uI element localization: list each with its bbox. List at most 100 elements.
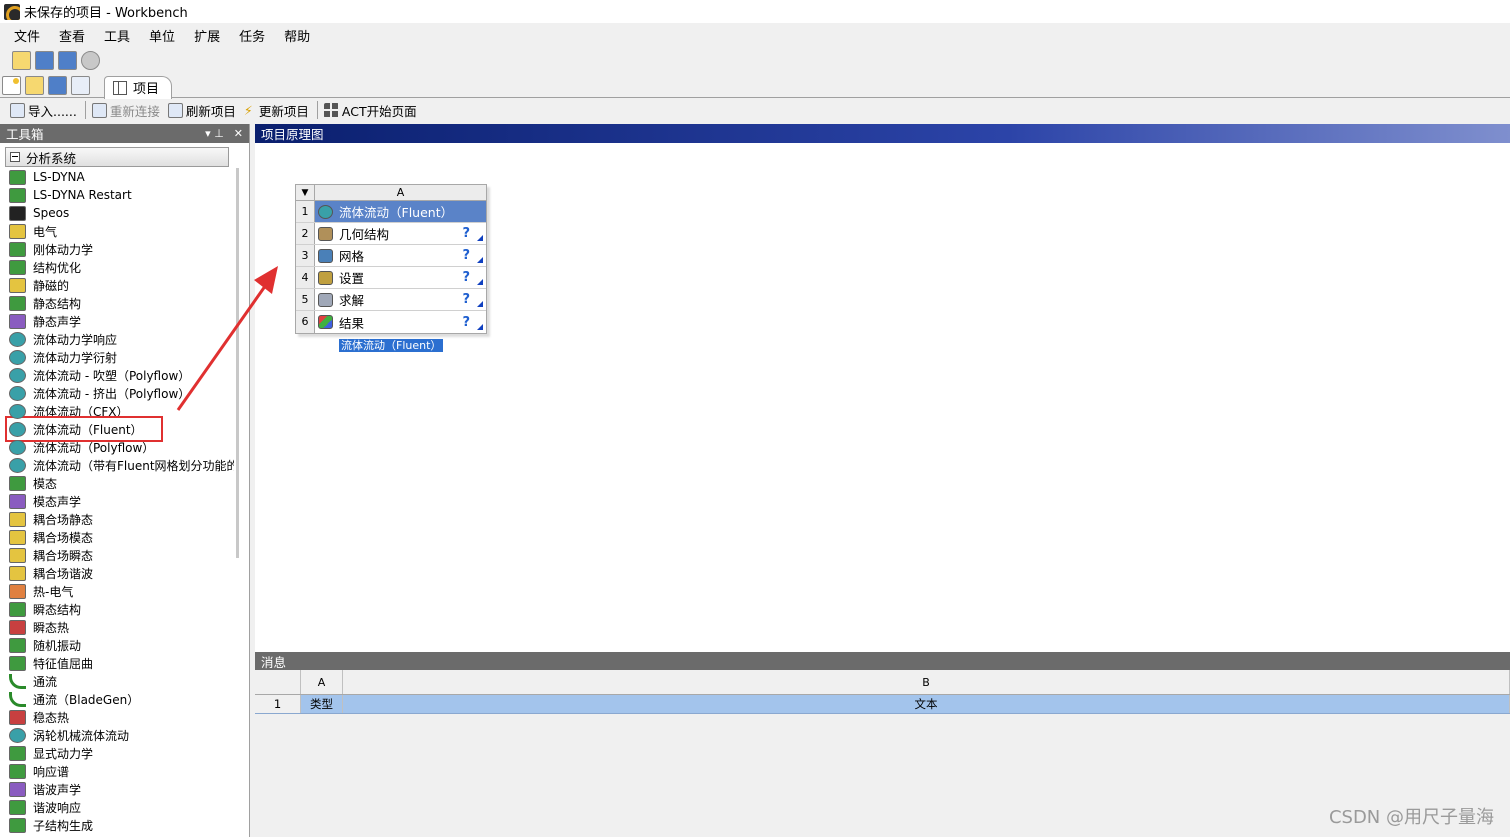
messages-table: A B 1 类型 文本 xyxy=(255,670,1510,714)
act-start-page-button[interactable]: ACT开始页面 xyxy=(323,101,417,120)
schematic-header: 项目原理图 xyxy=(255,124,1510,143)
toolbox-item[interactable]: 瞬态热 xyxy=(9,618,234,636)
system-cell-row[interactable]: 1 流体流动（Fluent） xyxy=(296,201,486,223)
toolbar-separator xyxy=(84,101,86,119)
update-project-button[interactable]: ⚡ 更新项目 xyxy=(244,101,309,120)
collapse-icon[interactable] xyxy=(10,152,20,162)
system-menu-arrow-icon[interactable]: ▼ xyxy=(296,185,315,200)
message-type-cell: 类型 xyxy=(301,695,343,713)
toolbox-item[interactable]: 流体流动（Polyflow） xyxy=(9,438,234,456)
toolbox-item[interactable]: 模态 xyxy=(9,474,234,492)
toolbar-separator xyxy=(316,101,318,119)
toolbox-item[interactable]: 稳态热 xyxy=(9,708,234,726)
toolbox-item[interactable]: 显式动力学 xyxy=(9,744,234,762)
analysis-system-icon xyxy=(9,799,26,815)
toolbox-item[interactable]: 瞬态结构 xyxy=(9,600,234,618)
toolbox-item[interactable]: 通流（BladeGen） xyxy=(9,690,234,708)
save-project-icon[interactable] xyxy=(48,75,67,95)
system-cell[interactable]: 求解? xyxy=(315,289,486,310)
menu-jobs[interactable]: 任务 xyxy=(239,26,265,45)
toolbox-item[interactable]: 流体流动（带有Fluent网格划分功能的） xyxy=(9,456,234,474)
system-cell[interactable]: 几何结构? xyxy=(315,223,486,244)
schematic-title: 项目原理图 xyxy=(261,127,324,142)
component-icon xyxy=(318,226,333,241)
toolbox-item[interactable]: 刚体动力学 xyxy=(9,240,234,258)
analysis-system-icon xyxy=(9,295,26,311)
toolbox-item[interactable]: 通流 xyxy=(9,672,234,690)
toolbox-item-label: 结构优化 xyxy=(33,260,82,275)
system-cell[interactable]: 结果? xyxy=(315,311,486,333)
toolbox-item[interactable]: 耦合场瞬态 xyxy=(9,546,234,564)
toolbox-item-label: 静态结构 xyxy=(33,296,82,311)
toolbox-item-label: 瞬态热 xyxy=(33,620,70,635)
toolbox-item[interactable]: 电气 xyxy=(9,222,234,240)
toolbox-item[interactable]: 谐波响应 xyxy=(9,798,234,816)
reconnect-label: 重新连接 xyxy=(109,103,160,119)
toolbox-item-label: 耦合场谐波 xyxy=(33,566,94,581)
system-cell-row[interactable]: 2 几何结构? xyxy=(296,223,486,245)
reconnect-icon xyxy=(91,102,107,118)
toolbox-item[interactable]: 随机振动 xyxy=(9,636,234,654)
system-cell[interactable]: 流体流动（Fluent） xyxy=(315,201,486,222)
toolbox-item[interactable]: 涡轮机械流体流动 xyxy=(9,726,234,744)
toolbox-item[interactable]: 流体流动（Fluent） xyxy=(5,416,163,442)
system-cell[interactable]: 设置? xyxy=(315,267,486,288)
toolbox-item-label: 模态 xyxy=(33,476,58,491)
toolbox-item[interactable]: 热-电气 xyxy=(9,582,234,600)
new-project-icon[interactable] xyxy=(2,75,21,95)
system-cell-row[interactable]: 6 结果? xyxy=(296,311,486,333)
table-row[interactable]: 1 类型 文本 xyxy=(255,695,1510,714)
toolbox-item[interactable]: 响应谱 xyxy=(9,762,234,780)
system-cell-row[interactable]: 5 求解? xyxy=(296,289,486,311)
pin-icon[interactable]: ▾ ⊥ xyxy=(205,127,224,140)
system-cell-row[interactable]: 3 网格? xyxy=(296,245,486,267)
save-icon[interactable] xyxy=(35,50,54,70)
toolbox-item[interactable]: 耦合场模态 xyxy=(9,528,234,546)
archive-icon[interactable] xyxy=(71,75,90,95)
menu-file[interactable]: 文件 xyxy=(14,26,40,45)
system-cell-row[interactable]: 4 设置? xyxy=(296,267,486,289)
menu-view[interactable]: 查看 xyxy=(59,26,85,45)
system-cell-label: 结果 xyxy=(339,315,365,331)
toolbox-item-label: 随机振动 xyxy=(33,638,82,653)
open-project-icon[interactable] xyxy=(25,75,44,95)
fluent-system-block[interactable]: ▼ A 1 流体流动（Fluent） 2 几何结构? 3 网格? 4 设置? 5 求解? 6 结果? … xyxy=(295,184,487,352)
toolbox-item-label: 电气 xyxy=(33,224,58,239)
disabled-globe-icon[interactable] xyxy=(81,50,100,70)
corner-triangle-icon xyxy=(477,301,483,307)
project-schematic: 项目原理图 ▼ A 1 流体流动（Fluent） 2 几何结构? 3 网格? 4 设置? 5 求解… xyxy=(255,124,1510,652)
toolbox-item[interactable]: 模态声学 xyxy=(9,492,234,510)
toolbox-item[interactable]: LS-DYNA xyxy=(9,168,234,186)
toolbox-item-label: 显式动力学 xyxy=(33,746,94,761)
toolbox-item[interactable]: LS-DYNA Restart xyxy=(9,186,234,204)
menu-units[interactable]: 单位 xyxy=(149,26,175,45)
toolbox-item[interactable]: 耦合场静态 xyxy=(9,510,234,528)
toolbox-item-label: 流体流动 - 挤出（Polyflow） xyxy=(33,386,191,401)
column-a-header[interactable]: A xyxy=(301,670,343,694)
message-text-cell: 文本 xyxy=(343,695,1510,713)
toolbox-item[interactable]: Speos xyxy=(9,204,234,222)
save-as-icon[interactable] xyxy=(58,50,77,70)
corner-triangle-icon xyxy=(477,257,483,263)
menu-help[interactable]: 帮助 xyxy=(284,26,310,45)
import-button[interactable]: 导入...... xyxy=(10,101,77,120)
open-folder-icon[interactable] xyxy=(12,50,31,70)
system-caption[interactable]: 流体流动（Fluent） xyxy=(339,339,444,352)
toolbox-item[interactable]: 谐波声学 xyxy=(9,780,234,798)
toolbox-item-label: 流体流动 - 吹塑（Polyflow） xyxy=(33,368,191,383)
analysis-system-icon xyxy=(9,511,26,527)
toolbox-item[interactable]: 耦合场谐波 xyxy=(9,564,234,582)
component-icon xyxy=(318,204,333,219)
system-cell[interactable]: 网格? xyxy=(315,245,486,266)
column-b-header[interactable]: B xyxy=(343,670,1510,694)
refresh-project-button[interactable]: 刷新项目 xyxy=(167,101,236,120)
tab-project[interactable]: 项目 xyxy=(104,75,173,99)
analysis-systems-group[interactable]: 分析系统 xyxy=(5,147,229,167)
menu-tools[interactable]: 工具 xyxy=(104,26,130,45)
main-toolbar xyxy=(0,47,1510,73)
reconnect-button[interactable]: 重新连接 xyxy=(91,101,160,120)
menu-extensions[interactable]: 扩展 xyxy=(194,26,220,45)
toolbox-item[interactable]: 子结构生成 xyxy=(9,816,234,834)
close-icon[interactable]: ✕ xyxy=(234,127,243,140)
toolbox-item[interactable]: 特征值屈曲 xyxy=(9,654,234,672)
